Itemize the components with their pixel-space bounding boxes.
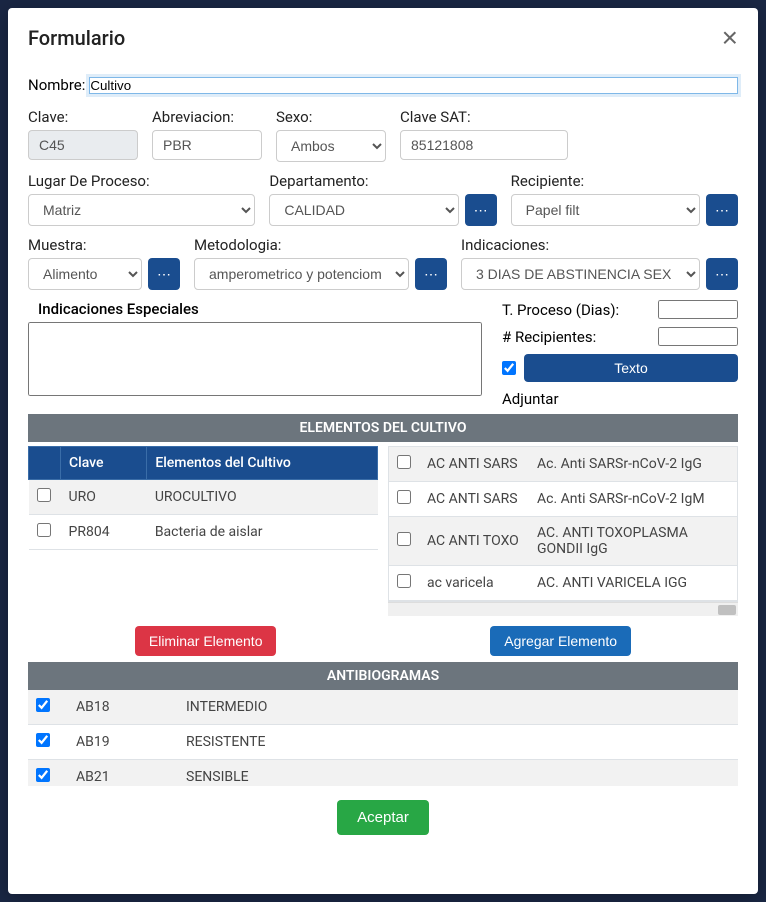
- row-clave: URO: [61, 480, 147, 515]
- option-row[interactable]: AC ANTI SARSAc. Anti SARSr-nCoV-2 IgM: [389, 482, 737, 517]
- row-checkbox[interactable]: [36, 698, 50, 712]
- close-button[interactable]: ×: [722, 24, 738, 52]
- row-c1: ac varicela: [419, 566, 529, 601]
- muestra-label: Muestra:: [28, 236, 142, 254]
- metod-select[interactable]: amperometrico y potenciom: [194, 258, 409, 290]
- row-c2: AC. ANTI TOXOPLASMA GONDII IgG: [529, 517, 737, 566]
- row-elem: UROCULTIVO: [147, 480, 378, 515]
- agregar-button[interactable]: Agregar Elemento: [490, 626, 631, 656]
- hscroll-hint[interactable]: [388, 602, 738, 616]
- adjuntar-label: Adjuntar: [502, 390, 559, 408]
- table-row[interactable]: PR804Bacteria de aislar: [29, 515, 378, 550]
- metod-label: Metodologia:: [194, 236, 409, 254]
- indic-select[interactable]: 3 DIAS DE ABSTINENCIA SEX: [461, 258, 700, 290]
- row-c1: AC ANTI SARS: [419, 447, 529, 482]
- row-checkbox[interactable]: [397, 455, 411, 469]
- row-clave: AB19: [68, 725, 178, 760]
- metod-more-button[interactable]: ⋯: [415, 258, 447, 290]
- indic-more-button[interactable]: ⋯: [706, 258, 738, 290]
- modal-header: Formulario ×: [8, 8, 758, 68]
- row-checkbox[interactable]: [36, 768, 50, 782]
- option-row[interactable]: ac varicelaAC. ANTI VARICELA IGG: [389, 566, 737, 601]
- ab-row[interactable]: AB19RESISTENTE: [28, 725, 738, 760]
- col-elem: Elementos del Cultivo: [147, 447, 378, 480]
- nombre-label: Nombre:: [28, 76, 85, 94]
- recip-label: Recipiente:: [511, 172, 700, 190]
- depto-label: Departamento:: [269, 172, 458, 190]
- abrev-label: Abreviacion:: [152, 108, 262, 126]
- row-elem: SENSIBLE: [178, 760, 738, 787]
- row-elem: Bacteria de aislar: [147, 515, 378, 550]
- tproc-label: T. Proceso (Dias):: [502, 301, 650, 319]
- lugar-label: Lugar De Proceso:: [28, 172, 255, 190]
- sexo-label: Sexo:: [276, 108, 386, 126]
- ab-table: AB18INTERMEDIOAB19RESISTENTEAB21SENSIBLE: [28, 690, 738, 786]
- row-checkbox[interactable]: [397, 574, 411, 588]
- row-clave: AB21: [68, 760, 178, 787]
- aceptar-button[interactable]: Aceptar: [337, 800, 429, 835]
- clave-input: [28, 130, 138, 160]
- depto-select[interactable]: CALIDAD: [269, 194, 458, 226]
- row-c2: Ac. Anti SARSr-nCoV-2 IgG: [529, 447, 737, 482]
- nombre-input[interactable]: [89, 77, 738, 94]
- row-c2: Ac. Anti SARSr-nCoV-2 IgM: [529, 482, 737, 517]
- col-clave: Clave: [61, 447, 147, 480]
- cultivo-options-scroll[interactable]: AC ANTI SARSAc. Anti SARSr-nCoV-2 IgGAC …: [388, 446, 738, 602]
- row-elem: RESISTENTE: [178, 725, 738, 760]
- muestra-more-button[interactable]: ⋯: [148, 258, 180, 290]
- ab-row[interactable]: AB18INTERMEDIO: [28, 690, 738, 725]
- nrecip-input[interactable]: [658, 327, 738, 346]
- ab-row[interactable]: AB21SENSIBLE: [28, 760, 738, 787]
- muestra-select[interactable]: Alimento: [28, 258, 142, 290]
- modal-title: Formulario: [28, 26, 125, 50]
- row-clave: AB18: [68, 690, 178, 725]
- abrev-input[interactable]: [152, 130, 262, 160]
- clavesat-input[interactable]: [400, 130, 568, 160]
- row-c1: AC ANTI SARS: [419, 482, 529, 517]
- row-checkbox[interactable]: [37, 523, 51, 537]
- row-clave: PR804: [61, 515, 147, 550]
- lugar-select[interactable]: Matriz: [28, 194, 255, 226]
- table-row[interactable]: UROUROCULTIVO: [29, 480, 378, 515]
- indic-esp-textarea[interactable]: [28, 322, 482, 396]
- cultivo-section-header: ELEMENTOS DEL CULTIVO: [28, 414, 738, 442]
- tproc-input[interactable]: [658, 300, 738, 319]
- modal-body: Nombre: Clave: Abreviacion: Sexo: Ambos …: [8, 68, 758, 894]
- modal-dialog: Formulario × Nombre: Clave: Abreviacion:…: [8, 8, 758, 894]
- sexo-select[interactable]: Ambos: [276, 130, 386, 162]
- indic-esp-label: Indicaciones Especiales: [38, 300, 482, 318]
- row-c2: AC. ANTI VARICELA IGG: [529, 566, 737, 601]
- clavesat-label: Clave SAT:: [400, 108, 568, 126]
- ab-section-header: ANTIBIOGRAMAS: [28, 662, 738, 690]
- eliminar-button[interactable]: Eliminar Elemento: [135, 626, 277, 656]
- recip-more-button[interactable]: ⋯: [706, 194, 738, 226]
- clave-label: Clave:: [28, 108, 138, 126]
- row-elem: INTERMEDIO: [178, 690, 738, 725]
- indic-label: Indicaciones:: [461, 236, 700, 254]
- row-checkbox[interactable]: [37, 488, 51, 502]
- depto-more-button[interactable]: ⋯: [465, 194, 497, 226]
- option-row[interactable]: AC ANTI TOXOAC. ANTI TOXOPLASMA GONDII I…: [389, 517, 737, 566]
- nrecip-label: # Recipientes:: [502, 328, 650, 346]
- row-c1: AC ANTI TOXO: [419, 517, 529, 566]
- ab-scroll[interactable]: AB18INTERMEDIOAB19RESISTENTEAB21SENSIBLE: [28, 690, 738, 786]
- col-check: [29, 447, 61, 480]
- recip-select[interactable]: Papel filt: [511, 194, 700, 226]
- adjuntar-checkbox[interactable]: [502, 361, 516, 375]
- row-checkbox[interactable]: [397, 490, 411, 504]
- option-row[interactable]: AC ANTI SARSAc. Anti SARSr-nCoV-2 IgG: [389, 447, 737, 482]
- cultivo-options-table: AC ANTI SARSAc. Anti SARSr-nCoV-2 IgGAC …: [389, 447, 737, 601]
- row-checkbox[interactable]: [36, 733, 50, 747]
- texto-button[interactable]: Texto: [524, 354, 738, 382]
- cultivo-selected-table: Clave Elementos del Cultivo UROUROCULTIV…: [28, 446, 378, 550]
- row-checkbox[interactable]: [397, 532, 411, 546]
